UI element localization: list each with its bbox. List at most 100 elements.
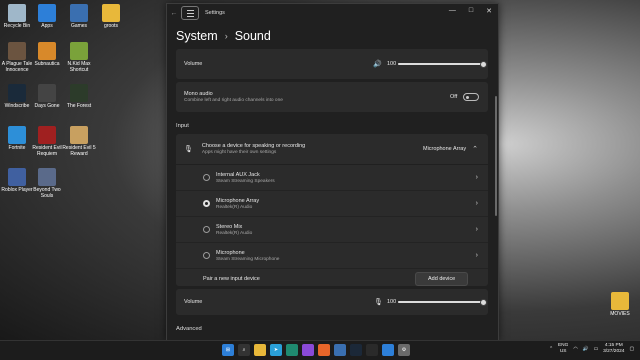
recycle-bin-glyph <box>8 4 26 22</box>
folder-glyph <box>611 292 629 310</box>
proton-icon[interactable] <box>302 344 314 356</box>
game-glyph <box>38 168 56 186</box>
input-device-option[interactable]: Internal AUX Jack Steam Streaming Speake… <box>176 165 488 191</box>
language-indicator[interactable]: ENG US <box>558 343 568 355</box>
battery-icon[interactable]: ▭ <box>594 347 599 352</box>
pair-device-row: Pair a new input device Add device <box>176 269 488 289</box>
input-section-heading: Input <box>176 123 189 129</box>
chevron-right-icon[interactable]: › <box>476 226 478 233</box>
radio-button[interactable] <box>203 252 210 259</box>
settings-window: ← Settings — □ ✕ System › Sound Volume 🔊… <box>166 3 499 341</box>
radio-button[interactable] <box>203 226 210 233</box>
input-volume-label: Volume <box>184 299 203 305</box>
mono-audio-toggle[interactable] <box>463 93 479 101</box>
scrollbar[interactable] <box>495 96 497 216</box>
volume-icon[interactable]: 🔊 <box>583 347 589 352</box>
groots-folder-icon[interactable]: groots <box>94 2 128 29</box>
device-desc: Realtek(R) Audio <box>216 230 253 236</box>
breadcrumb: System › Sound <box>167 22 498 47</box>
the-forest-shortcut-icon[interactable]: The Forest <box>62 82 96 109</box>
days-gone-shortcut-icon[interactable]: Days Gone <box>30 82 64 109</box>
steam-icon[interactable] <box>350 344 362 356</box>
device-name: Internal AUX Jack <box>216 171 260 178</box>
desktop-icon-label: Recycle Bin <box>3 23 31 29</box>
device-name: Stereo Mix <box>216 223 243 230</box>
minimize-button[interactable]: — <box>449 7 456 15</box>
output-volume-slider[interactable] <box>398 60 487 68</box>
resident-evil-requiem-shortcut-icon[interactable]: Resident Evil Requiem <box>30 124 64 157</box>
device-desc: Realtek(R) Audio <box>216 204 253 210</box>
fortnite-shortcut-icon[interactable]: Fortnite <box>0 124 34 151</box>
taskbar: ⊞ ⌕ ➤ ⚙ ⌃ ENG US ◠ 🔊 ▭ 4:15 PM 3/27/2024… <box>0 340 640 360</box>
games-folder-icon[interactable]: Games <box>62 2 96 29</box>
store-icon[interactable] <box>334 344 346 356</box>
windscribe-shortcut-icon[interactable]: Windscribe <box>0 82 34 109</box>
title-bar: ← Settings — □ ✕ <box>167 4 498 22</box>
device-desc: Steam Streaming Speakers <box>216 178 275 184</box>
chevron-right-icon[interactable]: › <box>476 252 478 259</box>
chevron-up-icon[interactable]: ⌃ <box>549 347 553 352</box>
selected-input-device: Microphone Array <box>423 146 467 152</box>
chevron-right-icon[interactable]: › <box>476 174 478 181</box>
desktop-icon-label: Beyond Two Souls <box>33 187 61 199</box>
input-volume-card: Volume 🎙 100 <box>176 289 488 315</box>
slider-thumb[interactable] <box>480 298 487 306</box>
apps-folder-icon[interactable]: Apps <box>30 2 64 29</box>
hamburger-icon <box>186 9 194 17</box>
search-icon[interactable]: ⌕ <box>238 344 250 356</box>
clock[interactable]: 4:15 PM 3/27/2024 <box>603 343 624 355</box>
settings-gear-icon[interactable]: ⚙ <box>398 344 410 356</box>
slider-fill <box>398 301 484 303</box>
desktop-icon-label: Days Gone <box>34 103 60 109</box>
telegram-icon[interactable]: ➤ <box>270 344 282 356</box>
add-device-button[interactable]: Add device <box>415 272 469 286</box>
hamburger-menu-button[interactable] <box>181 6 199 20</box>
back-arrow-icon[interactable]: ← <box>167 10 181 17</box>
file-explorer-icon[interactable] <box>254 344 266 356</box>
desktop-icon-label: MOVIES <box>610 311 630 317</box>
mono-audio-card: Mono audio Combine left and right audio … <box>176 82 488 112</box>
desktop-icon-label: Resident Evil Requiem <box>32 145 62 157</box>
epic-icon[interactable] <box>366 344 378 356</box>
radio-button-selected[interactable] <box>203 200 210 207</box>
wifi-icon[interactable]: ◠ <box>573 347 577 352</box>
input-device-option[interactable]: Microphone Array Realtek(R) Audio › <box>176 191 488 217</box>
input-device-selector[interactable]: 🎙 Choose a device for speaking or record… <box>176 134 488 165</box>
photos-icon[interactable] <box>382 344 394 356</box>
chevron-right-icon: › <box>224 31 228 41</box>
desktop-icon-label: Games <box>70 23 88 29</box>
breadcrumb-current: Sound <box>234 29 271 43</box>
beyond-two-souls-shortcut-icon[interactable]: Beyond Two Souls <box>30 166 64 199</box>
recycle-bin-icon[interactable]: Recycle Bin <box>0 2 34 29</box>
close-button[interactable]: ✕ <box>486 7 492 15</box>
chevron-up-icon[interactable]: ⌃ <box>472 145 478 153</box>
subnautica-shortcut-icon[interactable]: Subnautica <box>30 40 64 67</box>
desktop-icon-label: Apps <box>41 23 53 29</box>
start-icon[interactable]: ⊞ <box>222 344 234 356</box>
chevron-right-icon[interactable]: › <box>476 200 478 207</box>
choose-device-title: Choose a device for speaking or recordin… <box>201 143 306 149</box>
maximize-button[interactable]: □ <box>469 7 473 15</box>
resident-evil-5-shortcut-icon[interactable]: Resident Evil 5 Reward <box>62 124 96 157</box>
movies-folder-icon[interactable]: MOVIES <box>603 290 637 317</box>
game-glyph <box>38 42 56 60</box>
firefox-icon[interactable] <box>318 344 330 356</box>
input-device-option[interactable]: Microphone Steam Streaming Microphone › <box>176 243 488 269</box>
edge-icon[interactable] <box>286 344 298 356</box>
plague-tale-shortcut-icon[interactable]: A Plague Tale Innocence <box>0 40 34 73</box>
nkid-shortcut-icon[interactable]: N.Kid Max Shortcut <box>62 40 96 73</box>
desktop-icon-label: Resident Evil 5 Reward <box>62 145 96 157</box>
notification-icon[interactable]: ▢ <box>629 347 634 352</box>
game-glyph <box>70 126 88 144</box>
radio-button[interactable] <box>203 174 210 181</box>
device-desc: Steam Streaming Microphone <box>216 256 280 262</box>
input-volume-slider[interactable] <box>398 298 487 306</box>
roblox-player-shortcut-icon[interactable]: Roblox Player <box>0 166 34 193</box>
speaker-icon[interactable]: 🔊 <box>373 60 382 68</box>
taskbar-pinned-apps: ⊞ ⌕ ➤ ⚙ <box>222 344 410 356</box>
breadcrumb-parent[interactable]: System <box>176 29 218 43</box>
mono-audio-title: Mono audio <box>184 91 213 97</box>
slider-thumb[interactable] <box>480 60 487 68</box>
microphone-icon[interactable]: 🎙 <box>374 298 383 306</box>
input-device-option[interactable]: Stereo Mix Realtek(R) Audio › <box>176 217 488 243</box>
